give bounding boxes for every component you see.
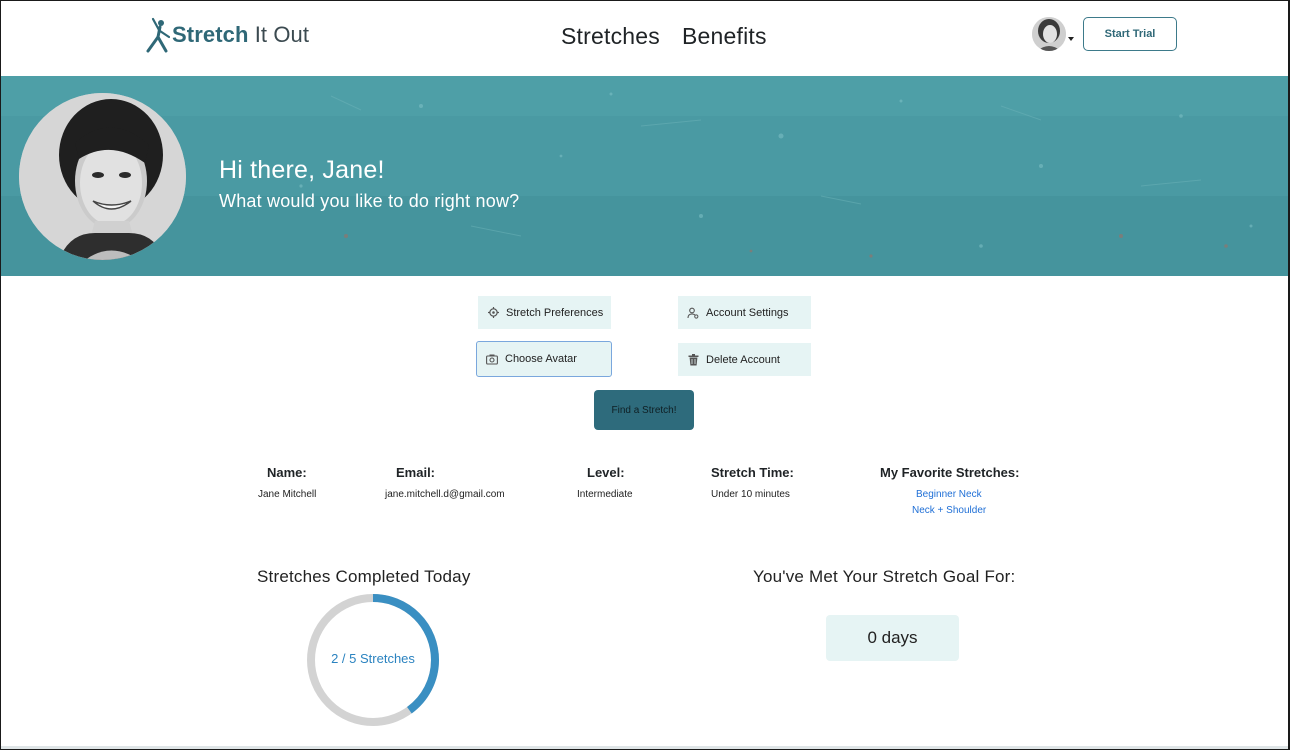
banner-texture xyxy=(1,76,1288,276)
stretch-figure-icon xyxy=(146,17,170,53)
stretches-completed-title: Stretches Completed Today xyxy=(257,567,471,586)
favorite-link-beginner-neck[interactable]: Beginner Neck xyxy=(916,489,982,500)
email-label: Email: xyxy=(396,465,436,480)
goal-days-badge: 0 days xyxy=(826,615,959,661)
main-nav: Stretches Benefits xyxy=(561,23,767,50)
chevron-down-icon[interactable] xyxy=(1068,37,1074,41)
level-value: Intermediate xyxy=(577,489,633,500)
nav-stretches[interactable]: Stretches xyxy=(561,23,660,50)
choose-avatar-label: Choose Avatar xyxy=(505,353,577,365)
greeting-subtitle: What would you like to do right now? xyxy=(219,191,520,211)
account-settings-label: Account Settings xyxy=(706,306,789,319)
logo[interactable]: Stretch It Out xyxy=(144,15,309,55)
greeting-title: Hi there, Jane! xyxy=(219,156,385,184)
avatar-photo-icon xyxy=(1032,17,1066,51)
hero-banner xyxy=(1,76,1288,276)
user-settings-icon xyxy=(687,307,699,319)
stretch-time-value: Under 10 minutes xyxy=(711,489,790,500)
logo-text: Stretch It Out xyxy=(172,22,310,47)
start-trial-button[interactable]: Start Trial xyxy=(1083,17,1177,51)
level-label: Level: xyxy=(587,465,625,480)
favorites-label: My Favorite Stretches: xyxy=(880,465,1020,480)
top-navbar: Stretch It Out Stretches Benefits Start … xyxy=(1,1,1288,76)
delete-account-label: Delete Account xyxy=(706,353,780,366)
delete-account-button[interactable]: Delete Account xyxy=(678,343,811,376)
name-label: Name: xyxy=(267,465,307,480)
stretch-preferences-button[interactable]: Stretch Preferences xyxy=(478,296,611,329)
app-window: Stretch It Out Stretches Benefits Start … xyxy=(0,0,1290,750)
camera-icon xyxy=(486,353,498,365)
favorite-link-neck-shoulder[interactable]: Neck + Shoulder xyxy=(912,505,986,516)
greeting: Hi there, Jane! What would you like to d… xyxy=(219,156,519,212)
stretch-preferences-label: Stretch Preferences xyxy=(506,306,604,319)
profile-portrait-icon xyxy=(19,93,186,260)
gear-icon xyxy=(487,307,499,319)
email-value: jane.mitchell.d@gmail.com xyxy=(385,489,505,500)
find-stretch-button[interactable]: Find a Stretch! xyxy=(594,390,694,430)
progress-ring-label: 2 / 5 Stretches xyxy=(331,651,415,666)
profile-photo xyxy=(19,93,186,260)
bottom-scroll-edge xyxy=(1,746,1288,749)
choose-avatar-button[interactable]: Choose Avatar xyxy=(476,341,612,377)
nav-benefits[interactable]: Benefits xyxy=(682,23,767,50)
account-settings-button[interactable]: Account Settings xyxy=(678,296,811,329)
stretch-time-label: Stretch Time: xyxy=(711,465,794,480)
trash-icon xyxy=(687,353,699,366)
name-value: Jane Mitchell xyxy=(258,489,317,500)
stretch-goal-title: You've Met Your Stretch Goal For: xyxy=(753,567,1016,586)
user-avatar[interactable] xyxy=(1032,17,1066,51)
